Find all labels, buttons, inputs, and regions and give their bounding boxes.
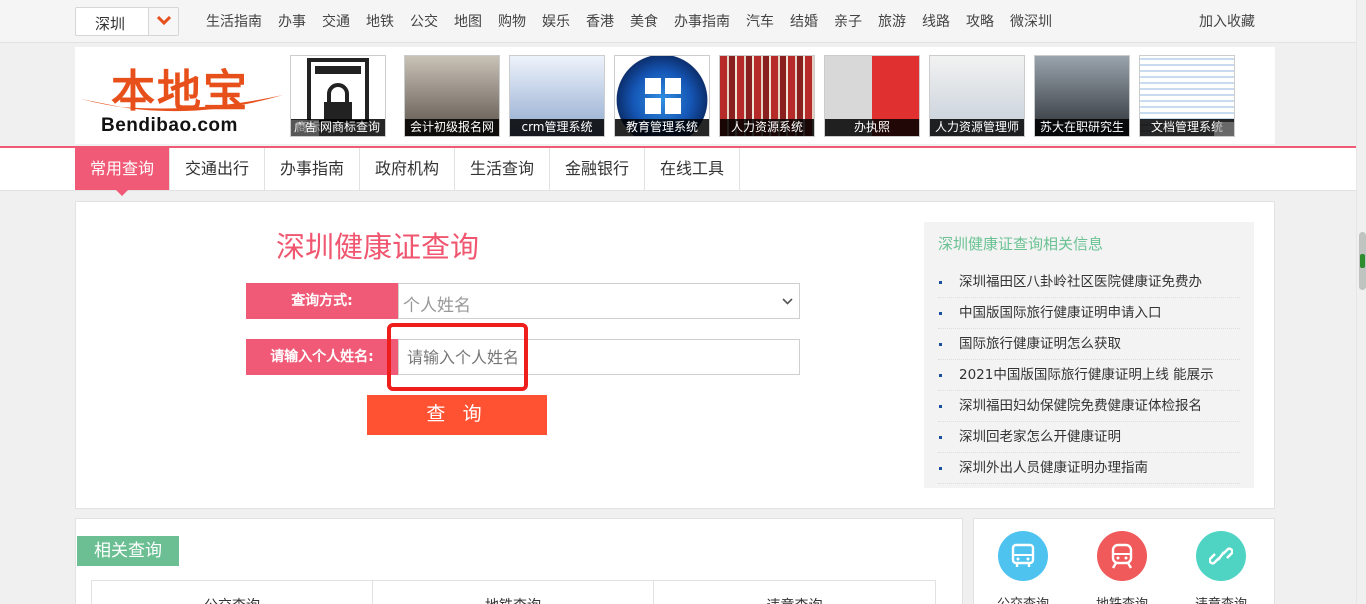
ad-caption: crm管理系统 — [510, 119, 604, 136]
windows-logo-icon — [645, 78, 681, 114]
ad-caption: 教育管理系统 — [615, 119, 709, 136]
top-nav-link[interactable]: 美食 — [630, 14, 658, 30]
related-query-link[interactable]: 违章查询 — [654, 581, 935, 604]
top-nav-link[interactable]: 办事指南 — [674, 14, 730, 30]
scrollbar-thumb[interactable] — [1359, 232, 1366, 290]
bus-icon — [1011, 543, 1035, 567]
bus-query-button[interactable] — [998, 531, 1048, 581]
logo-swoosh-icon — [81, 95, 283, 112]
category-tabs: 常用查询 交通出行 办事指南 政府机构 生活查询 金融银行 在线工具 — [0, 146, 1356, 196]
subway-icon — [1111, 543, 1133, 569]
chevron-down-icon — [157, 16, 171, 26]
city-name: 深圳 — [95, 15, 126, 33]
top-nav-link[interactable]: 亲子 — [834, 14, 862, 30]
city-dropdown-button[interactable] — [148, 8, 178, 35]
query-submit-button[interactable]: 查 询 — [367, 395, 547, 435]
page-scrollbar[interactable] — [1356, 0, 1366, 604]
quick-links-section: 公交查询 地铁查询 违章查询 — [973, 518, 1275, 604]
ad-close-button[interactable] — [1214, 122, 1234, 136]
ad-tile[interactable]: crm管理系统 — [509, 55, 605, 137]
top-nav-link[interactable]: 香港 — [586, 14, 614, 30]
ad-tile[interactable]: 办执照 — [824, 55, 920, 137]
query-method-value: 个人姓名 — [403, 296, 471, 316]
top-nav-link[interactable]: 攻略 — [966, 14, 994, 30]
query-method-select[interactable]: 个人姓名 — [398, 283, 800, 319]
subway-query-button[interactable] — [1097, 531, 1147, 581]
top-nav: 生活指南 办事 交通 地铁 公交 地图 购物 娱乐 香港 美食 办事指南 汽车 结婚 亲子 旅游 线路 攻略 微深… — [206, 11, 1068, 31]
top-nav-link[interactable]: 购物 — [498, 14, 526, 30]
tab-government[interactable]: 政府机构 — [360, 148, 455, 190]
ad-tile[interactable]: 文档管理系统 — [1139, 55, 1235, 137]
site-header: 本地宝 Bendibao.com 商标网商标查询 广告 会计初级报名网 crm管… — [75, 47, 1275, 144]
ad-caption: 办执照 — [825, 119, 919, 136]
tab-life-query[interactable]: 生活查询 — [455, 148, 550, 190]
add-favorite-link[interactable]: 加入收藏 — [1199, 11, 1255, 31]
top-nav-link[interactable]: 汽车 — [746, 14, 774, 30]
top-bar: 深圳 生活指南 办事 交通 地铁 公交 地图 购物 娱乐 香港 美食 办事指南 汽车 结婚 亲子 旅游 线路攻… — [0, 0, 1356, 43]
related-info-link[interactable]: 中国版国际旅行健康证明申请入口 — [938, 298, 1240, 329]
tab-finance[interactable]: 金融银行 — [550, 148, 645, 190]
ad-tile[interactable]: 会计初级报名网 — [404, 55, 500, 137]
related-info-link[interactable]: 国际旅行健康证明怎么获取 — [938, 329, 1240, 360]
related-info-link[interactable]: 深圳福田妇幼保健院免费健康证体检报名 — [938, 391, 1240, 422]
logo-english: Bendibao.com — [101, 115, 238, 136]
related-info-list: 深圳福田区八卦岭社区医院健康证免费办 中国版国际旅行健康证明申请入口 国际旅行健… — [938, 274, 1240, 484]
city-selector[interactable]: 深圳 — [75, 7, 179, 36]
highlight-box — [387, 323, 528, 391]
related-query-link[interactable]: 地铁查询 — [373, 581, 654, 604]
link-icon — [1209, 547, 1233, 565]
top-nav-link[interactable]: 地铁 — [366, 14, 394, 30]
top-nav-link[interactable]: 旅游 — [878, 14, 906, 30]
tab-transport[interactable]: 交通出行 — [170, 148, 265, 190]
ad-tile[interactable]: 商标网商标查询 广告 — [290, 55, 386, 137]
top-nav-link[interactable]: 微深圳 — [1010, 14, 1052, 30]
ad-tile[interactable]: 人力资源管理师 — [929, 55, 1025, 137]
top-nav-link[interactable]: 地图 — [454, 14, 482, 30]
related-info-link[interactable]: 深圳福田区八卦岭社区医院健康证免费办 — [938, 267, 1240, 298]
ad-caption: 人力资源系统 — [720, 119, 814, 136]
name-input-label: 请输入个人姓名: — [246, 339, 398, 375]
ad-tag: 广告 — [291, 120, 319, 136]
top-nav-link[interactable]: 办事 — [278, 14, 306, 30]
ad-caption: 会计初级报名网 — [405, 119, 499, 136]
top-nav-link[interactable]: 公交 — [410, 14, 438, 30]
tab-guide[interactable]: 办事指南 — [265, 148, 360, 190]
top-nav-link[interactable]: 结婚 — [790, 14, 818, 30]
ad-banner-strip: 商标网商标查询 广告 会计初级报名网 crm管理系统 教育管理系统 人力资源系统… — [290, 53, 1250, 139]
tab-online-tools[interactable]: 在线工具 — [645, 148, 740, 190]
quick-link-label[interactable]: 违章查询 — [1181, 593, 1261, 604]
top-nav-link[interactable]: 线路 — [922, 14, 950, 30]
quick-link-label[interactable]: 公交查询 — [983, 593, 1063, 604]
query-method-label: 查询方式: — [246, 283, 398, 319]
ad-caption: 苏大在职研究生 — [1035, 119, 1129, 136]
ad-tile[interactable]: 人力资源系统 — [719, 55, 815, 137]
ad-caption: 人力资源管理师 — [930, 119, 1024, 136]
ad-tile[interactable]: 苏大在职研究生 — [1034, 55, 1130, 137]
related-info-title: 深圳健康证查询相关信息 — [938, 235, 1104, 253]
related-info-link[interactable]: 深圳外出人员健康证明办理指南 — [938, 453, 1240, 484]
related-queries-title: 相关查询 — [77, 536, 179, 566]
top-nav-link[interactable]: 生活指南 — [206, 14, 262, 30]
site-logo[interactable]: 本地宝 Bendibao.com — [79, 53, 287, 139]
related-queries-grid: 公交查询 地铁查询 违章查询 — [91, 580, 936, 604]
lock-document-icon — [307, 58, 369, 122]
ad-tile[interactable]: 教育管理系统 — [614, 55, 710, 137]
related-info-link[interactable]: 2021中国版国际旅行健康证明上线 能展示 — [938, 360, 1240, 391]
related-query-link[interactable]: 公交查询 — [92, 581, 373, 604]
quick-link-label[interactable]: 地铁查询 — [1082, 593, 1162, 604]
violation-query-button[interactable] — [1196, 531, 1246, 581]
chevron-down-icon — [782, 298, 793, 305]
page-title: 深圳健康证查询 — [276, 230, 480, 264]
top-nav-link[interactable]: 交通 — [322, 14, 350, 30]
related-info-box: 深圳健康证查询相关信息 深圳福田区八卦岭社区医院健康证免费办 中国版国际旅行健康… — [924, 222, 1254, 488]
query-panel: 深圳健康证查询 查询方式: 个人姓名 请输入个人姓名: 查 询 深圳健康证查询相… — [75, 201, 1275, 509]
top-nav-link[interactable]: 娱乐 — [542, 14, 570, 30]
tab-common-query[interactable]: 常用查询 — [75, 148, 170, 196]
related-queries-section: 相关查询 公交查询 地铁查询 违章查询 — [75, 518, 963, 604]
related-info-link[interactable]: 深圳回老家怎么开健康证明 — [938, 422, 1240, 453]
